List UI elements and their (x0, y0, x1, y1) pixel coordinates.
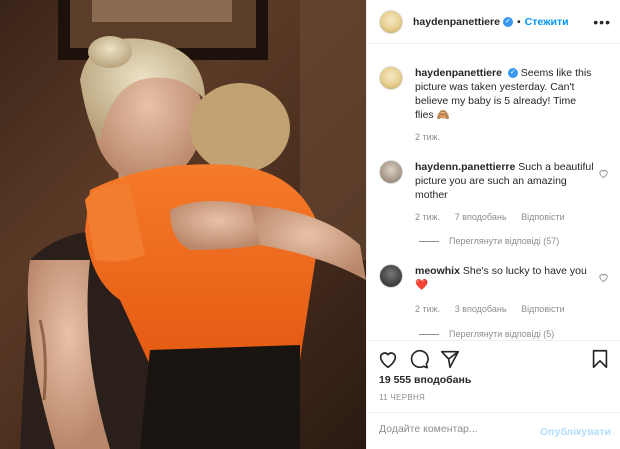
commenter-username[interactable]: haydenn.panettierre (415, 161, 515, 173)
verified-badge-icon: ✓ (507, 68, 518, 79)
commenter-username[interactable]: meowhix (415, 265, 460, 277)
action-bar (367, 340, 620, 378)
view-replies-label: Переглянути відповіді (5) (449, 329, 555, 339)
instagram-post-modal: haydenpanettiere ✓ • Стежити ••• haydenp… (0, 0, 620, 449)
author-avatar[interactable] (379, 9, 403, 34)
comment-icon[interactable] (408, 348, 430, 370)
view-replies-button[interactable]: Переглянути відповіді (57) (419, 236, 559, 246)
likes-count[interactable]: 19 555 вподобань (379, 374, 471, 386)
caption-time[interactable]: 2 тиж. (415, 132, 440, 142)
heart-icon[interactable] (598, 168, 609, 179)
post-comment-button[interactable]: Опублікувати (540, 426, 611, 438)
reply-button[interactable]: Відповісти (521, 304, 565, 314)
comment-input[interactable] (379, 423, 529, 435)
comment-time[interactable]: 2 тиж. (415, 304, 440, 314)
replies-divider (419, 240, 439, 242)
commenter-avatar[interactable] (379, 160, 403, 184)
comment-likes[interactable]: 3 вподобань (455, 304, 507, 314)
post-header: haydenpanettiere ✓ • Стежити ••• (367, 0, 620, 44)
post-photo[interactable] (0, 0, 366, 449)
comment-likes[interactable]: 7 вподобань (455, 212, 507, 222)
comment-body: meowhix She's so lucky to have you❤️ (415, 264, 595, 292)
caption-avatar[interactable] (379, 66, 403, 90)
heart-icon[interactable] (598, 272, 609, 283)
comment-item: meowhix She's so lucky to have you❤️ (379, 264, 609, 292)
share-icon[interactable] (439, 348, 461, 370)
header-separator: • (516, 15, 521, 28)
caption: haydenpanettiere ✓ Seems like this pictu… (379, 66, 609, 122)
comment-meta: 2 тиж. 7 вподобань Відповісти (415, 212, 577, 222)
heart-icon[interactable] (377, 348, 399, 370)
verified-badge-icon: ✓ (502, 16, 513, 27)
replies-divider (419, 333, 439, 335)
caption-username[interactable]: haydenpanettiere (415, 67, 502, 79)
reply-button[interactable]: Відповісти (521, 212, 565, 222)
comments-list[interactable]: haydenpanettiere ✓ Seems like this pictu… (367, 58, 620, 340)
comment-body: haydenn.panettierre Such a beautiful pic… (415, 160, 595, 202)
post-side-panel: haydenpanettiere ✓ • Стежити ••• haydenp… (366, 0, 620, 449)
bookmark-icon[interactable] (589, 348, 611, 370)
author-username[interactable]: haydenpanettiere (413, 16, 500, 28)
view-replies-button[interactable]: Переглянути відповіді (5) (419, 329, 554, 339)
commenter-avatar[interactable] (379, 264, 403, 288)
more-options-icon[interactable]: ••• (593, 14, 611, 30)
caption-body: haydenpanettiere ✓ Seems like this pictu… (415, 66, 595, 122)
photo-illustration (20, 0, 366, 449)
post-date[interactable]: 11 ЧЕРВНЯ (379, 393, 425, 402)
follow-button[interactable]: Стежити (525, 16, 569, 28)
add-comment-bar: Опублікувати (367, 412, 620, 449)
comment-item: haydenn.panettierre Such a beautiful pic… (379, 160, 609, 202)
caption-meta: 2 тиж. (415, 132, 452, 142)
comment-time[interactable]: 2 тиж. (415, 212, 440, 222)
comment-meta: 2 тиж. 3 вподобань Відповісти (415, 304, 577, 314)
view-replies-label: Переглянути відповіді (57) (449, 236, 560, 246)
